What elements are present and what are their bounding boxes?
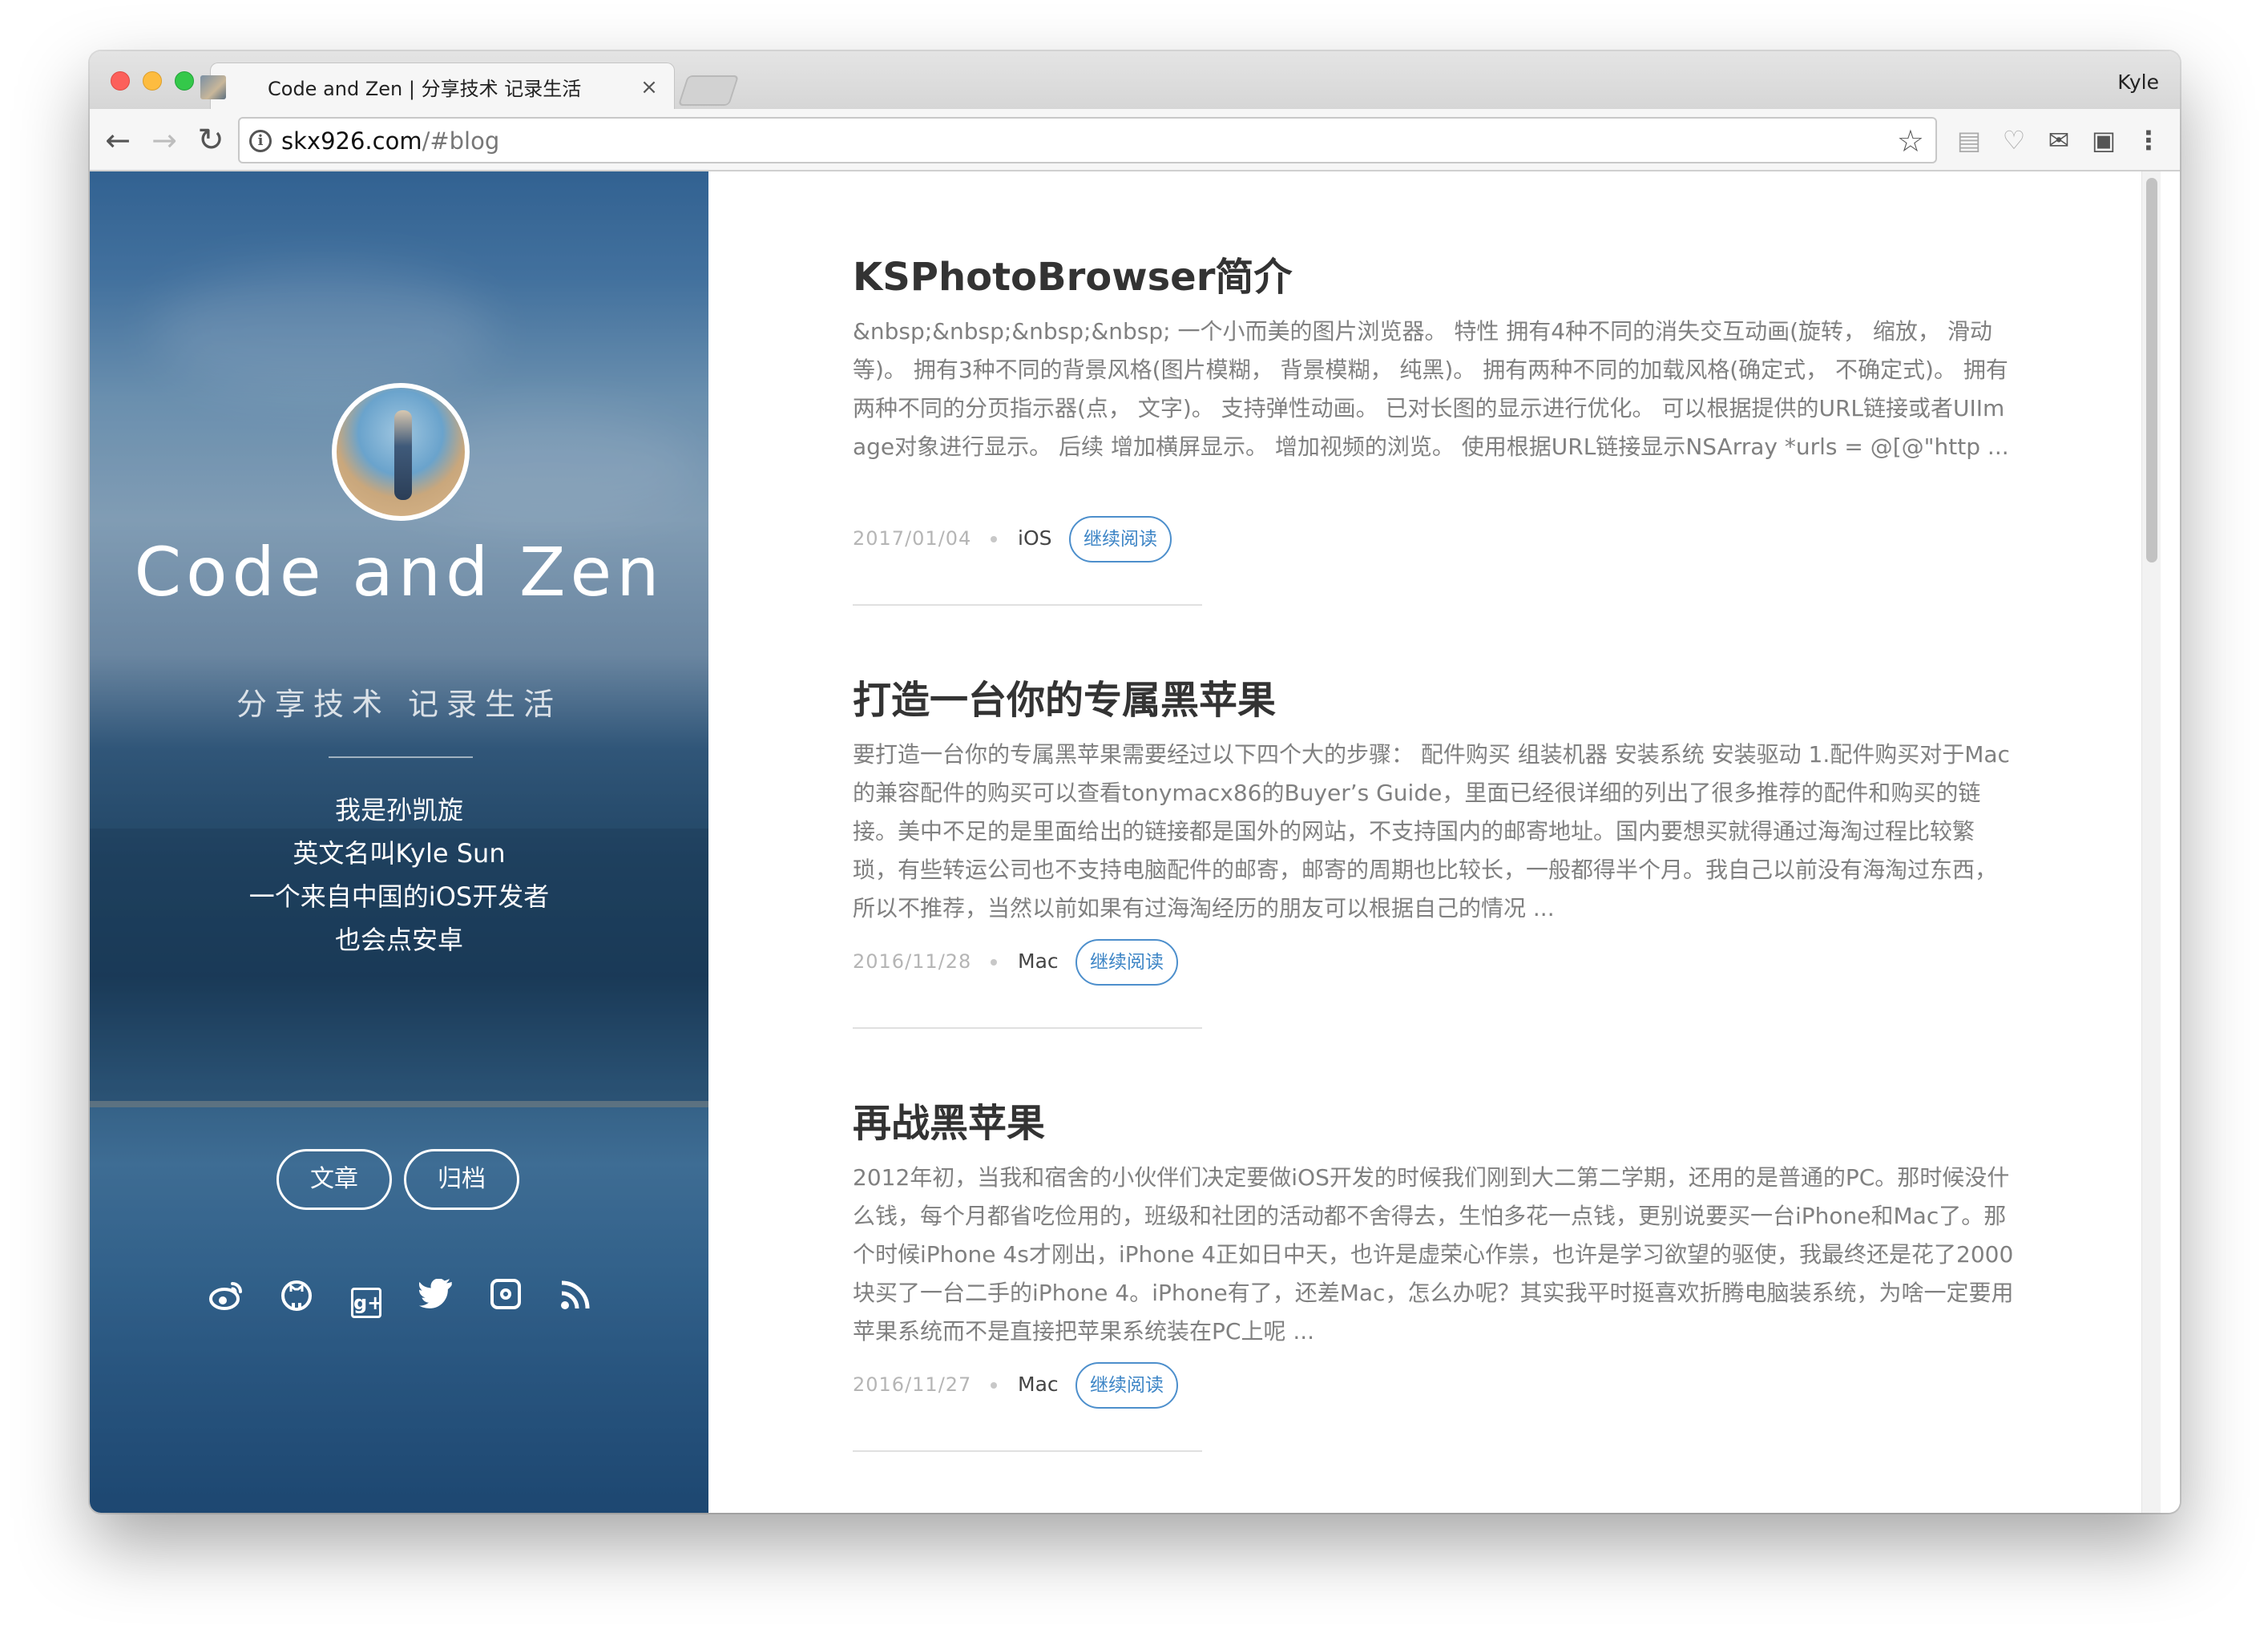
- browser-menu-icon[interactable]: ⋮: [2133, 125, 2164, 155]
- avatar: [332, 383, 470, 521]
- post-title-link[interactable]: KSPhotoBrowser简介: [853, 252, 2015, 303]
- sidebar: Code and Zen 分享技术 记录生活 我是孙凯旋 英文名叫Kyle Su…: [90, 171, 708, 1513]
- forward-arrow-icon[interactable]: →: [144, 120, 184, 160]
- nav-articles-button[interactable]: 文章: [276, 1149, 392, 1210]
- meta-separator-dot: [991, 536, 997, 542]
- post-list: KSPhotoBrowser简介 &nbsp;&nbsp;&nbsp;&nbsp…: [708, 171, 2161, 1513]
- tab-close-icon[interactable]: ×: [640, 74, 659, 101]
- extension-reader-icon[interactable]: ▤: [1954, 125, 1984, 155]
- extension-lightbulb-icon[interactable]: ▣: [2088, 125, 2119, 155]
- post-date: 2016/11/28: [853, 950, 972, 973]
- post-title-link[interactable]: 打造一台你的专属黑苹果: [853, 675, 2015, 726]
- site-favicon-icon: [200, 75, 226, 99]
- post-meta: 2016/11/27 Mac 继续阅读: [853, 1361, 1414, 1409]
- extension-mail-icon[interactable]: ✉: [2044, 125, 2074, 155]
- github-icon[interactable]: [276, 1279, 317, 1319]
- post-meta: 2017/01/04 iOS 继续阅读: [853, 514, 1414, 562]
- sidebar-divider: [329, 756, 473, 758]
- site-info-icon[interactable]: i: [249, 130, 272, 152]
- post-category-link[interactable]: Mac: [1018, 947, 1059, 976]
- browser-window: Code and Zen | 分享技术 记录生活 × Kyle ← → ↻ i …: [90, 51, 2180, 1513]
- scrollbar-thumb[interactable]: [2146, 178, 2157, 562]
- read-more-button[interactable]: 继续阅读: [1075, 939, 1178, 986]
- twitter-icon[interactable]: [416, 1278, 456, 1319]
- meta-separator-dot: [991, 1382, 997, 1389]
- back-arrow-icon[interactable]: ←: [98, 120, 138, 160]
- url-text[interactable]: skx926.com/#blog: [281, 127, 499, 155]
- post-item: 再战黑苹果 2012年初，当我和宿舍的小伙伴们决定要做iOS开发的时候我们刚到大…: [853, 1098, 2015, 1452]
- post-item: KSPhotoBrowser简介 &nbsp;&nbsp;&nbsp;&nbsp…: [853, 252, 2015, 606]
- google-plus-box: g+: [351, 1288, 383, 1318]
- post-category-link[interactable]: Mac: [1018, 1370, 1059, 1399]
- window-close-button[interactable]: [111, 71, 130, 91]
- post-category-link[interactable]: iOS: [1018, 524, 1052, 553]
- extension-shield-icon[interactable]: ♡: [1999, 125, 2029, 155]
- bio-line: 一个来自中国的iOS开发者: [248, 881, 550, 912]
- url-path: /#blog: [422, 127, 500, 155]
- twitter-icon-svg: [418, 1278, 452, 1308]
- profile-name[interactable]: Kyle: [2117, 69, 2159, 96]
- post-date: 2016/11/27: [853, 1373, 972, 1396]
- browser-toolbar: ← → ↻ i skx926.com/#blog ☆ ▤ ♡ ✉ ▣ ⋮: [90, 109, 2180, 171]
- page-viewport: Code and Zen 分享技术 记录生活 我是孙凯旋 英文名叫Kyle Su…: [90, 171, 2180, 1513]
- post-date: 2017/01/04: [853, 527, 972, 550]
- google-plus-icon[interactable]: g+: [346, 1279, 386, 1319]
- weibo-icon-svg: [209, 1282, 242, 1310]
- new-tab-button[interactable]: [677, 75, 740, 106]
- bookmark-star-icon[interactable]: ☆: [1897, 122, 1924, 160]
- meta-separator-dot: [991, 959, 997, 966]
- read-more-button[interactable]: 继续阅读: [1069, 516, 1172, 562]
- window-minimize-button[interactable]: [143, 71, 162, 91]
- post-item: 打造一台你的专属黑苹果 要打造一台你的专属黑苹果需要经过以下四个大的步骤： 配件…: [853, 675, 2015, 1029]
- reload-icon[interactable]: ↻: [191, 120, 231, 160]
- bio-line: 英文名叫Kyle Sun: [293, 838, 506, 869]
- avatar-figure: [394, 410, 412, 500]
- bio-line: 我是孙凯旋: [334, 795, 463, 825]
- github-icon-svg: [281, 1280, 312, 1311]
- post-divider: [853, 1450, 1202, 1452]
- page-scrollbar[interactable]: [2141, 171, 2161, 1513]
- post-excerpt: 要打造一台你的专属黑苹果需要经过以下四个大的步骤： 配件购买 组装机器 安装系统…: [853, 741, 2010, 921]
- post-excerpt: &nbsp;&nbsp;&nbsp;&nbsp; 一个小而美的图片浏览器。 特性…: [853, 318, 2009, 460]
- address-bar[interactable]: i skx926.com/#blog ☆: [238, 117, 1937, 163]
- instagram-icon[interactable]: [486, 1279, 526, 1319]
- url-host: skx926.com: [281, 127, 422, 155]
- window-maximize-button[interactable]: [175, 71, 194, 91]
- tab-title: Code and Zen | 分享技术 记录生活: [268, 75, 632, 103]
- bio-line: 也会点安卓: [334, 925, 463, 955]
- post-meta: 2016/11/28 Mac 继续阅读: [853, 937, 1414, 986]
- rss-icon[interactable]: [555, 1279, 595, 1319]
- bio: 我是孙凯旋 英文名叫Kyle Sun 一个来自中国的iOS开发者 也会点安卓: [90, 788, 708, 962]
- rss-icon-svg: [561, 1280, 590, 1309]
- site-subtitle: 分享技术 记录生活: [236, 687, 563, 722]
- site-title[interactable]: Code and Zen: [90, 532, 708, 612]
- instagram-box: [490, 1279, 521, 1309]
- post-divider: [853, 604, 1202, 606]
- post-divider: [853, 1027, 1202, 1029]
- read-more-button[interactable]: 继续阅读: [1075, 1362, 1178, 1409]
- post-excerpt: 2012年初，当我和宿舍的小伙伴们决定要做iOS开发的时候我们刚到大二第二学期，…: [853, 1164, 2014, 1345]
- nav-archive-button[interactable]: 归档: [404, 1149, 519, 1210]
- weibo-icon[interactable]: [207, 1279, 247, 1319]
- post-title-link[interactable]: 再战黑苹果: [853, 1098, 2015, 1149]
- tab-strip: Code and Zen | 分享技术 记录生活 × Kyle: [90, 51, 2180, 111]
